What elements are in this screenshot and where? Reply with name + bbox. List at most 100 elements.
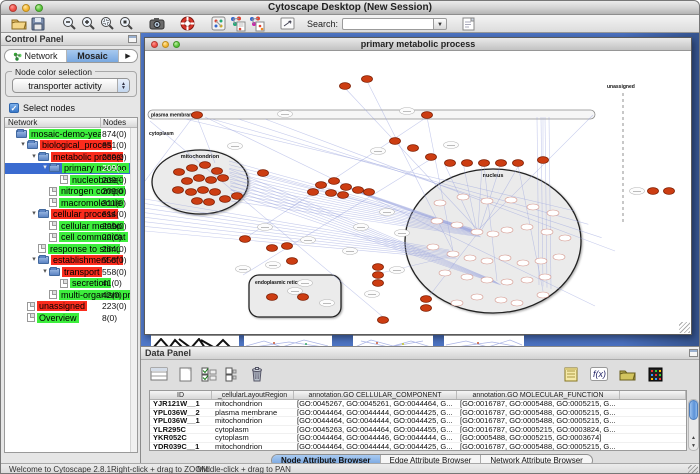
import-network-icon[interactable]	[228, 16, 247, 32]
tree-row[interactable]: response to stimulu264(0)	[5, 243, 137, 255]
annotation-icon[interactable]	[459, 16, 478, 32]
group-label: Node color selection	[12, 67, 95, 77]
tab-mosaic[interactable]: Mosaic	[67, 50, 119, 62]
network-canvas[interactable]: plasma membranecytoplasmmitochondrionnuc…	[145, 51, 691, 334]
matrix-icon[interactable]	[645, 364, 665, 384]
expand-triangle-icon[interactable]: ▾	[41, 268, 49, 276]
tree-row[interactable]: ▾biological_process651(0)	[5, 140, 137, 152]
help-lifesaver-icon[interactable]	[178, 16, 197, 32]
expand-triangle-icon[interactable]: ▾	[30, 210, 38, 218]
tree-row[interactable]: multi-organism pro42(0)	[5, 289, 137, 301]
tree-row[interactable]: nitrogen compo209(0)	[5, 186, 137, 198]
tree-row[interactable]: unassigned223(0)	[5, 301, 137, 313]
status-welcome: Welcome to Cytoscape 2.8.1	[9, 465, 111, 474]
background-window-fragment[interactable]	[353, 335, 433, 346]
network-window-title: primary metabolic process	[145, 39, 691, 49]
unselect-attributes-icon[interactable]	[221, 364, 241, 384]
float-panel-icon[interactable]	[689, 349, 698, 357]
expand-triangle-icon[interactable]: ▾	[30, 256, 38, 264]
tree-row[interactable]: ▾cellular process614(0)	[5, 209, 137, 221]
select-attributes-icon[interactable]	[199, 364, 219, 384]
tree-row[interactable]: ▾primary metabo209(...	[5, 163, 137, 175]
node-pill	[320, 300, 335, 307]
search-dropdown-button[interactable]: ▼	[434, 18, 447, 30]
tab-network[interactable]: Network	[5, 50, 67, 62]
table-row[interactable]: YKR052Ccytoplasm[GO:0044464, GO:0044446,…	[150, 434, 686, 443]
background-window-fragment[interactable]	[444, 335, 524, 346]
tree-scrollbar[interactable]	[130, 128, 137, 452]
more-tabs-button[interactable]: ▶	[119, 50, 137, 62]
tree-row[interactable]: cell communicat22(0)	[5, 232, 137, 244]
node-unselected	[434, 200, 446, 206]
attribute-table-icon[interactable]	[149, 364, 169, 384]
tree-row[interactable]: secretion41(0)	[5, 278, 137, 290]
column-header[interactable]: annotation.GO CELLULAR_COMPONENT	[294, 391, 457, 399]
tree-row[interactable]: ▾establishment of lo558(0)	[5, 255, 137, 267]
zoom-fit-icon[interactable]	[116, 16, 135, 32]
expand-triangle-icon[interactable]: ▾	[19, 141, 27, 149]
float-panel-icon[interactable]	[128, 35, 137, 43]
tree-row[interactable]: mosaic-demo-yeast874(0)	[5, 128, 137, 140]
network-overview-icon[interactable]	[209, 16, 228, 32]
tree-row[interactable]: cellular metabo209(0)	[5, 220, 137, 232]
import-table-icon[interactable]	[561, 364, 581, 384]
tree-row[interactable]: Overview8(0)	[5, 312, 137, 324]
column-header[interactable]	[620, 391, 686, 399]
node-unselected	[511, 300, 523, 306]
cytoscape-window: Cytoscape Desktop (New Session)	[0, 0, 700, 474]
select-nodes-checkbox[interactable]: ✓	[9, 103, 19, 113]
tree-row[interactable]: macromolecule311(0)	[5, 197, 137, 209]
zoom-in-icon[interactable]	[78, 16, 97, 32]
save-icon[interactable]	[28, 16, 47, 32]
background-window-fragment[interactable]	[244, 335, 332, 346]
expand-triangle-icon[interactable]: ▾	[30, 153, 38, 161]
zoom-out-icon[interactable]	[59, 16, 78, 32]
expand-triangle-icon[interactable]: ▾	[41, 164, 49, 172]
attribute-table[interactable]: ID_cellularLayoutRegionannotation.GO CEL…	[149, 390, 687, 451]
node-selected	[664, 188, 675, 195]
table-row[interactable]: YLR295Ccytoplasm[GO:0045263, GO:0044464,…	[150, 426, 686, 435]
new-attribute-icon[interactable]	[175, 364, 195, 384]
column-header[interactable]: _cellularLayoutRegion	[212, 391, 294, 399]
zoom-selected-icon[interactable]	[97, 16, 116, 32]
table-row[interactable]: YPL036W__2plasma membrane[GO:0044464, GO…	[150, 409, 686, 418]
table-cell: [GO:0016787, GO:0005215, GO:0003824, G..…	[457, 426, 620, 434]
select-nodes-row: ✓ Select nodes	[9, 103, 75, 113]
snapshot-camera-icon[interactable]	[147, 16, 166, 32]
import-file-icon[interactable]	[617, 364, 637, 384]
scrollbar-thumb[interactable]	[689, 400, 698, 420]
tree-row-count: 209(...	[102, 163, 126, 173]
tree-row[interactable]: ▾metabolic process280(0)	[5, 151, 137, 163]
column-header[interactable]: annotation.GO MOLECULAR_FUNCTION	[457, 391, 620, 399]
export-network-icon[interactable]	[247, 16, 266, 32]
table-row[interactable]: YPL036W__1mitochondrion[GO:0044464, GO:0…	[150, 417, 686, 426]
background-window-fragment[interactable]	[151, 335, 239, 346]
open-icon[interactable]	[9, 16, 28, 32]
table-scrollbar[interactable]: ▲▼	[688, 399, 699, 451]
tree-row-count: 614(0)	[102, 209, 127, 219]
attribute-table-header[interactable]: ID_cellularLayoutRegionannotation.GO CEL…	[150, 391, 686, 400]
table-cell: [GO:0045267, GO:0045261, GO:0044464, G..…	[294, 400, 457, 408]
vizmapper-icon[interactable]	[278, 16, 297, 32]
function-builder-icon[interactable]: f(x)	[589, 364, 609, 384]
node-selected	[390, 138, 401, 145]
node-selected	[308, 189, 319, 196]
table-row[interactable]: YDR039C__1mitochondrion[GO:0044464, GO:0…	[150, 443, 686, 451]
window-resize-grip[interactable]	[679, 322, 690, 333]
app-resize-grip[interactable]	[688, 465, 698, 474]
node-selected	[267, 245, 278, 252]
table-cell: cytoplasm	[212, 434, 294, 442]
scrollbar-arrows[interactable]: ▲▼	[689, 434, 698, 450]
status-bar: Welcome to Cytoscape 2.8.1 Right-click +…	[1, 463, 699, 474]
node-color-dropdown[interactable]: transporter activity ▲▼	[12, 78, 130, 93]
column-header[interactable]: ID	[150, 391, 212, 399]
tree-row[interactable]: nucleobase-209(0)	[5, 174, 137, 186]
node-selected	[298, 294, 309, 301]
network-window-titlebar[interactable]: primary metabolic process	[145, 38, 691, 51]
search-input[interactable]	[342, 18, 434, 30]
table-row[interactable]: YJR121W__1mitochondrion[GO:0045267, GO:0…	[150, 400, 686, 409]
tree-row[interactable]: ▾transport558(0)	[5, 266, 137, 278]
node-selected	[338, 192, 349, 199]
node-unselected	[501, 279, 513, 285]
delete-attribute-icon[interactable]	[247, 364, 267, 384]
